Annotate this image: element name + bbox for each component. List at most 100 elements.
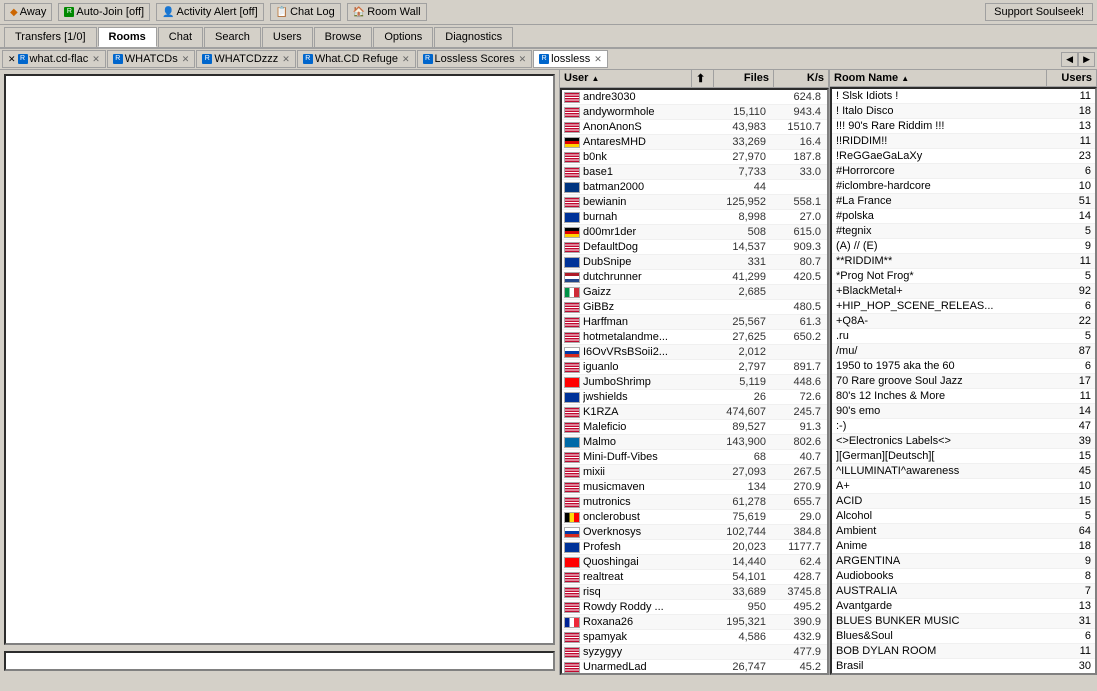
roomwall-button[interactable]: 🏠 Room Wall xyxy=(347,3,427,21)
room-tab-4[interactable]: R Lossless Scores ✕ xyxy=(417,50,533,68)
room-row[interactable]: A+ 10 xyxy=(832,479,1095,494)
room-row[interactable]: #Horrorcore 6 xyxy=(832,164,1095,179)
user-row[interactable]: Malmo 143,900 802.6 xyxy=(562,435,827,450)
room-row[interactable]: 80's 12 Inches & More 11 xyxy=(832,389,1095,404)
room-row[interactable]: BLUES BUNKER MUSIC 31 xyxy=(832,614,1095,629)
user-row[interactable]: Mini-Duff-Vibes 68 40.7 xyxy=(562,450,827,465)
room-row[interactable]: Ambient 64 xyxy=(832,524,1095,539)
user-row[interactable]: Quoshingai 14,440 62.4 xyxy=(562,555,827,570)
user-row[interactable]: Maleficio 89,527 91.3 xyxy=(562,420,827,435)
room-row[interactable]: #iclombre-hardcore 10 xyxy=(832,179,1095,194)
user-row[interactable]: AntaresMHD 33,269 16.4 xyxy=(562,135,827,150)
col-header-room-name[interactable]: Room Name ▲ xyxy=(830,70,1047,86)
room-row[interactable]: Blues&Soul 6 xyxy=(832,629,1095,644)
room-row[interactable]: breakbeat 16 xyxy=(832,674,1095,675)
room-row[interactable]: ARGENTINA 9 xyxy=(832,554,1095,569)
user-row[interactable]: d00mr1der 508 615.0 xyxy=(562,225,827,240)
room-row[interactable]: :-) 47 xyxy=(832,419,1095,434)
user-row[interactable]: Gaizz 2,685 xyxy=(562,285,827,300)
room-row[interactable]: Alcohol 5 xyxy=(832,509,1095,524)
room-row[interactable]: AUSTRALIA 7 xyxy=(832,584,1095,599)
col-header-files[interactable]: Files xyxy=(714,70,774,87)
room-row[interactable]: **RIDDIM** 11 xyxy=(832,254,1095,269)
room-row[interactable]: +BlackMetal+ 92 xyxy=(832,284,1095,299)
room-row[interactable]: (A) // (E) 9 xyxy=(832,239,1095,254)
room-tab-close-0[interactable]: ✕ xyxy=(92,54,100,65)
col-header-upload[interactable]: ⬆ xyxy=(692,70,714,87)
room-tab-close-1[interactable]: ✕ xyxy=(182,54,190,65)
chatlog-button[interactable]: 📋 Chat Log xyxy=(270,3,341,21)
user-row[interactable]: JumboShrimp 5,119 448.6 xyxy=(562,375,827,390)
support-button[interactable]: Support Soulseek! xyxy=(985,3,1093,21)
room-row[interactable]: Brasil 30 xyxy=(832,659,1095,674)
chat-input[interactable] xyxy=(4,651,555,671)
room-tab-0[interactable]: ✕ R what.cd-flac ✕ xyxy=(2,50,106,68)
user-row[interactable]: risq 33,689 3745.8 xyxy=(562,585,827,600)
room-row[interactable]: ! Italo Disco 18 xyxy=(832,104,1095,119)
room-row[interactable]: *Prog Not Frog* 5 xyxy=(832,269,1095,284)
room-row[interactable]: ACID 15 xyxy=(832,494,1095,509)
room-row[interactable]: Anime 18 xyxy=(832,539,1095,554)
room-row[interactable]: !ReGGaeGaLaXy 23 xyxy=(832,149,1095,164)
tab-search[interactable]: Search xyxy=(204,27,261,47)
user-row[interactable]: syzygyy 477.9 xyxy=(562,645,827,660)
user-row[interactable]: I6OvVRsBSoii2... 2,012 xyxy=(562,345,827,360)
col-header-user[interactable]: User ▲ xyxy=(560,70,692,87)
room-row[interactable]: <>Electronics Labels<> 39 xyxy=(832,434,1095,449)
tab-browse[interactable]: Browse xyxy=(314,27,373,47)
user-row[interactable]: musicmaven 134 270.9 xyxy=(562,480,827,495)
user-row[interactable]: Roxana26 195,321 390.9 xyxy=(562,615,827,630)
tab-options[interactable]: Options xyxy=(373,27,433,47)
tab-diagnostics[interactable]: Diagnostics xyxy=(434,27,513,47)
room-list-body[interactable]: ! Slsk Idiots ! 11 ! Italo Disco 18 !!! … xyxy=(830,87,1097,675)
user-row[interactable]: dutchrunner 41,299 420.5 xyxy=(562,270,827,285)
user-row[interactable]: K1RZA 474,607 245.7 xyxy=(562,405,827,420)
user-row[interactable]: DubSnipe 331 80.7 xyxy=(562,255,827,270)
room-row[interactable]: ^ILLUMINATI^awareness 45 xyxy=(832,464,1095,479)
user-row[interactable]: mutronics 61,278 655.7 xyxy=(562,495,827,510)
user-row[interactable]: onclerobust 75,619 29.0 xyxy=(562,510,827,525)
tab-chat[interactable]: Chat xyxy=(158,27,203,47)
tab-transfers[interactable]: Transfers [1/0] xyxy=(4,27,97,47)
user-row[interactable]: Rowdy Roddy ... 950 495.2 xyxy=(562,600,827,615)
room-row[interactable]: Audiobooks 8 xyxy=(832,569,1095,584)
user-row[interactable]: GiBBz 480.5 xyxy=(562,300,827,315)
room-tab-close-5[interactable]: ✕ xyxy=(594,54,602,65)
user-row[interactable]: AnonAnonS 43,983 1510.7 xyxy=(562,120,827,135)
room-row[interactable]: +HIP_HOP_SCENE_RELEAS... 6 xyxy=(832,299,1095,314)
room-row[interactable]: #tegnix 5 xyxy=(832,224,1095,239)
user-row[interactable]: Profesh 20,023 1177.7 xyxy=(562,540,827,555)
room-tab-close-3[interactable]: ✕ xyxy=(402,54,410,65)
room-row[interactable]: BOB DYLAN ROOM 11 xyxy=(832,644,1095,659)
next-tab-button[interactable]: ▶ xyxy=(1078,52,1095,67)
away-button[interactable]: ◆ Away xyxy=(4,3,52,21)
room-tab-1[interactable]: R WHATCDs ✕ xyxy=(107,50,196,68)
col-header-room-users[interactable]: Users xyxy=(1047,70,1097,86)
user-row[interactable]: DefaultDog 14,537 909.3 xyxy=(562,240,827,255)
activity-button[interactable]: 👤 Activity Alert [off] xyxy=(156,3,264,21)
user-row[interactable]: UnarmedLad 26,747 45.2 xyxy=(562,660,827,675)
tab-rooms[interactable]: Rooms xyxy=(98,27,157,47)
autojoin-button[interactable]: R Auto-Join [off] xyxy=(58,3,150,21)
user-list-body[interactable]: andre3030 624.8 andywormhole 15,110 943.… xyxy=(560,88,829,675)
user-row[interactable]: Overknosys 102,744 384.8 xyxy=(562,525,827,540)
room-row[interactable]: #La France 51 xyxy=(832,194,1095,209)
user-row[interactable]: iguanlo 2,797 891.7 xyxy=(562,360,827,375)
user-row[interactable]: batman2000 44 xyxy=(562,180,827,195)
chat-messages[interactable] xyxy=(4,74,555,645)
user-row[interactable]: base1 7,733 33.0 xyxy=(562,165,827,180)
room-row[interactable]: !!! 90's Rare Riddim !!! 13 xyxy=(832,119,1095,134)
user-row[interactable]: spamyak 4,586 432.9 xyxy=(562,630,827,645)
room-row[interactable]: 90's emo 14 xyxy=(832,404,1095,419)
prev-tab-button[interactable]: ◀ xyxy=(1061,52,1078,67)
room-row[interactable]: ! Slsk Idiots ! 11 xyxy=(832,89,1095,104)
user-row[interactable]: andre3030 624.8 xyxy=(562,90,827,105)
room-row[interactable]: /mu/ 87 xyxy=(832,344,1095,359)
user-row[interactable]: mixii 27,093 267.5 xyxy=(562,465,827,480)
user-row[interactable]: andywormhole 15,110 943.4 xyxy=(562,105,827,120)
room-row[interactable]: Avantgarde 13 xyxy=(832,599,1095,614)
room-tab-2[interactable]: R WHATCDzzz ✕ xyxy=(196,50,296,68)
user-row[interactable]: burnah 8,998 27.0 xyxy=(562,210,827,225)
user-row[interactable]: b0nk 27,970 187.8 xyxy=(562,150,827,165)
close-icon-0[interactable]: ✕ xyxy=(8,54,16,65)
